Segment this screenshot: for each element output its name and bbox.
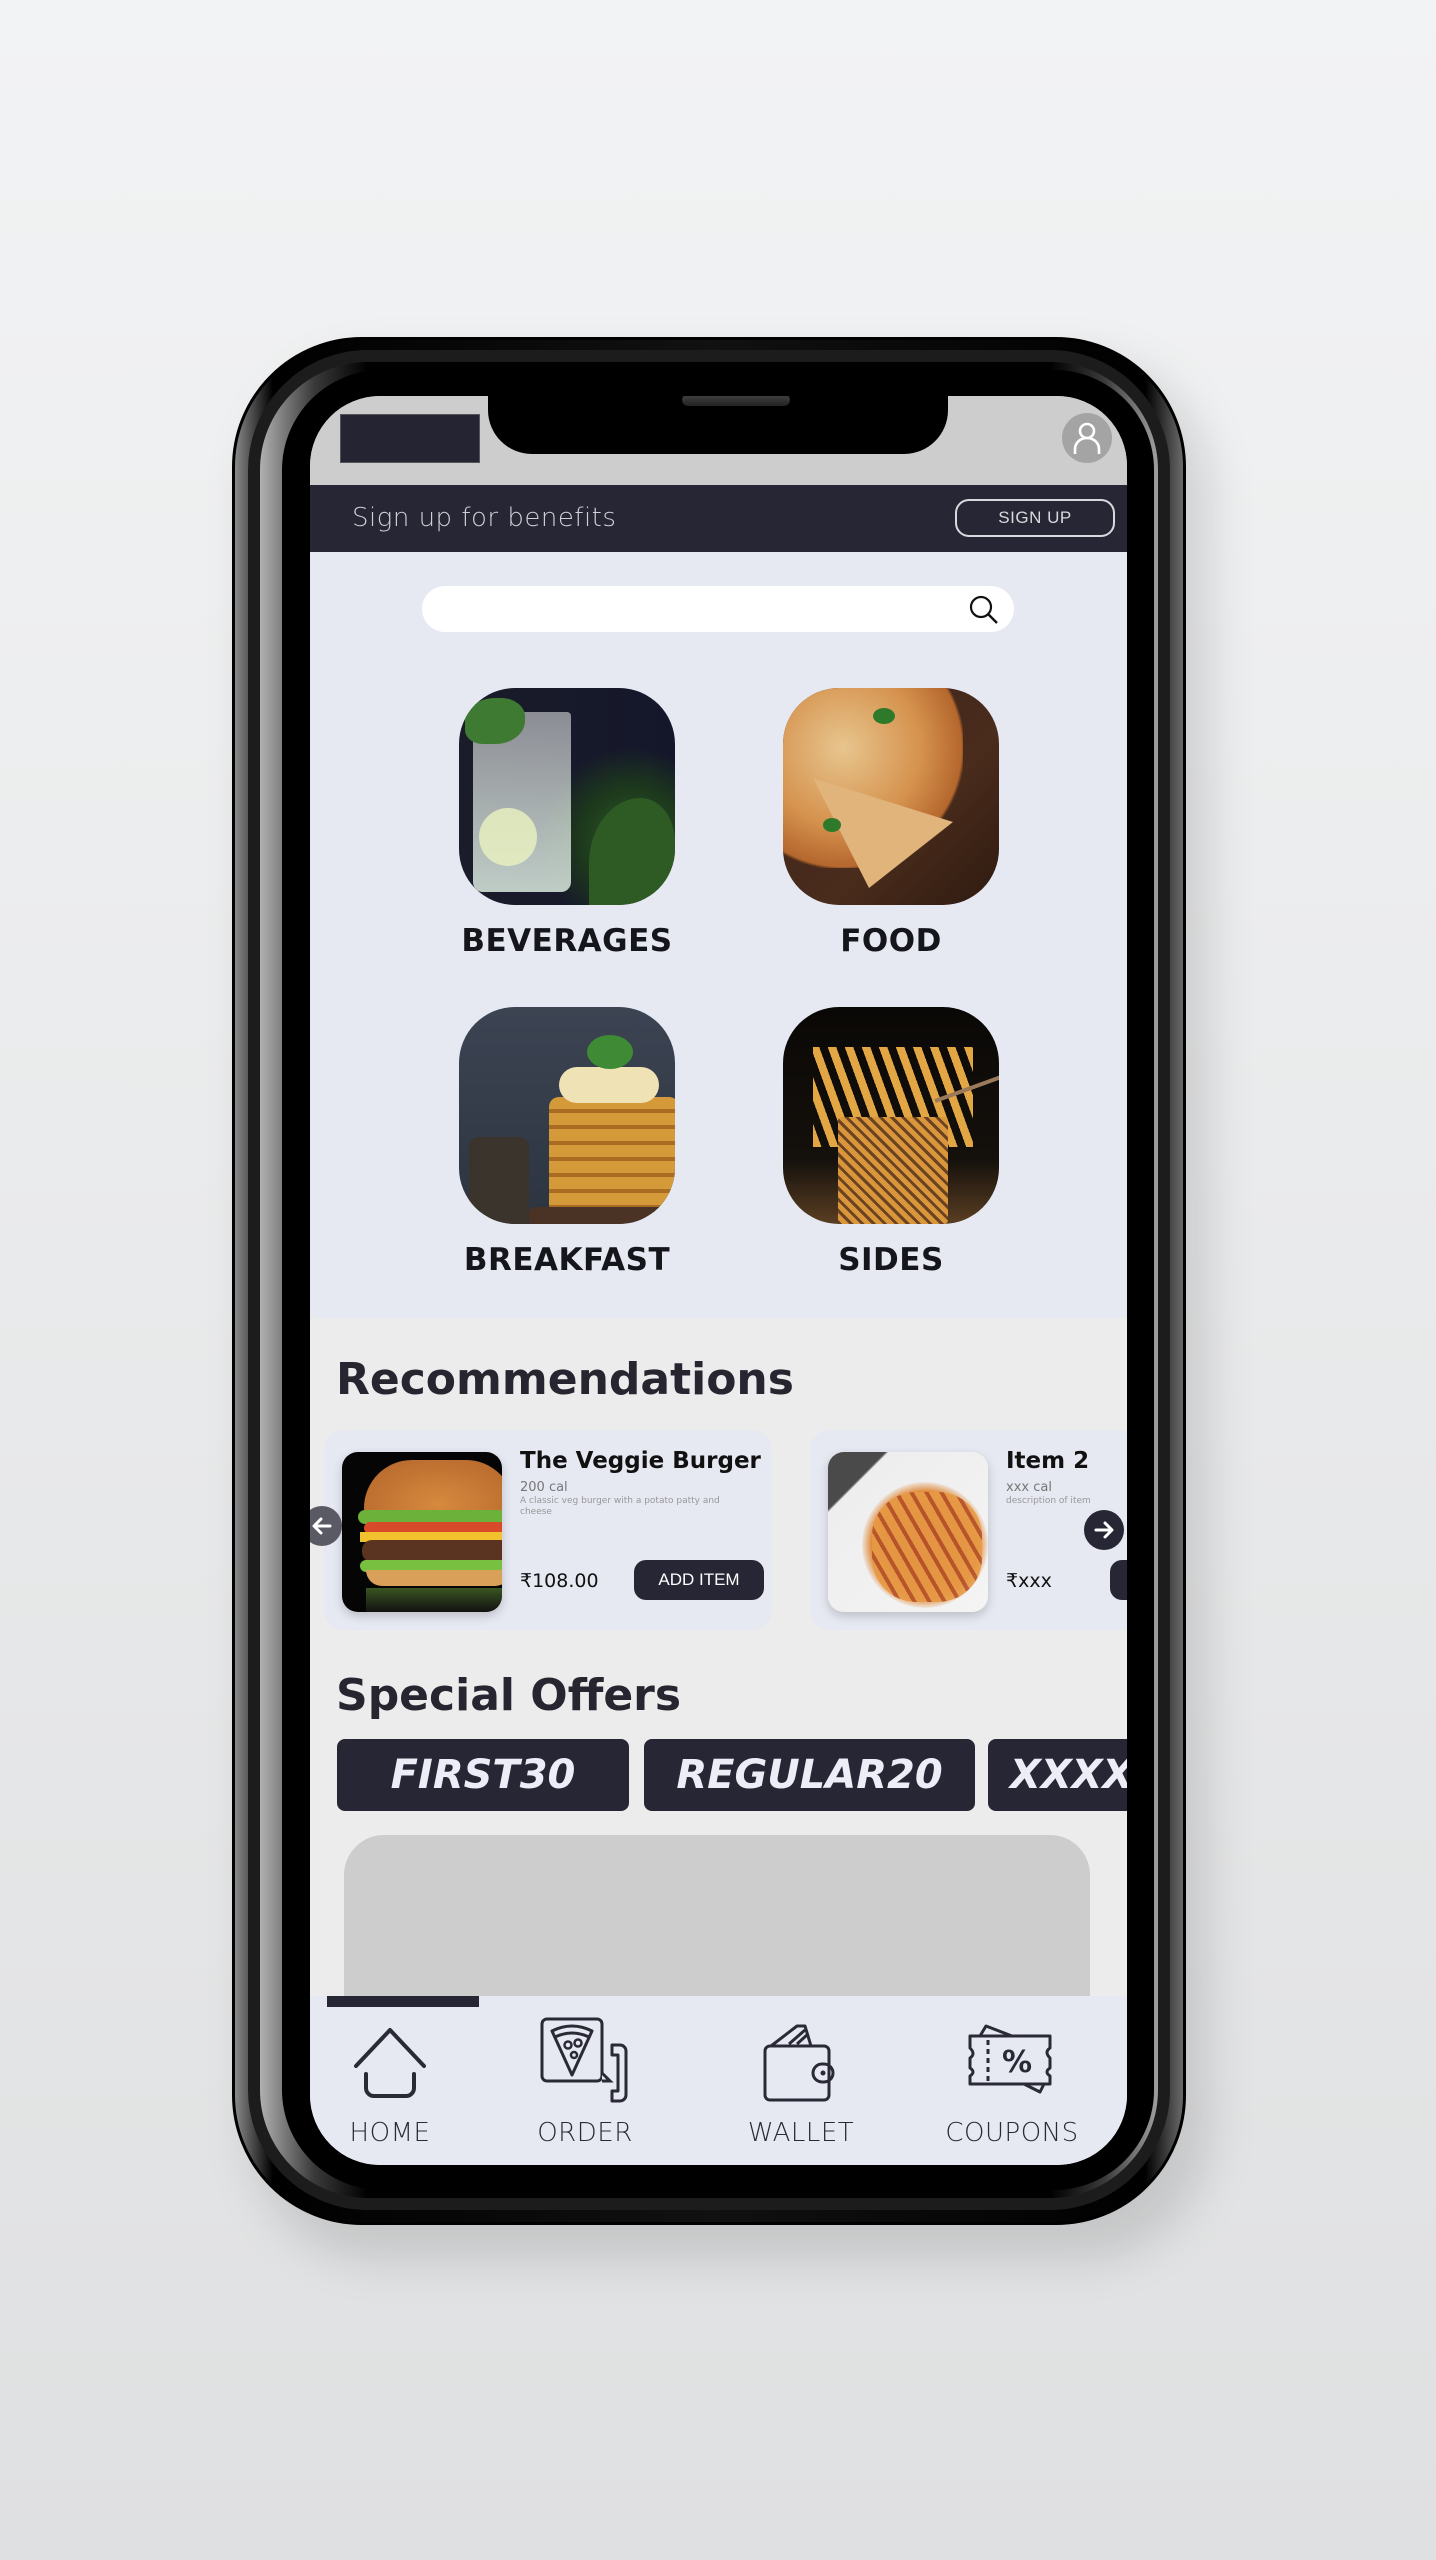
add-item-button[interactable] <box>1110 1560 1127 1600</box>
item-calories: 200 cal <box>520 1480 568 1495</box>
arrow-right-icon <box>1094 1521 1114 1539</box>
item-calories: xxx cal <box>1006 1480 1052 1495</box>
speaker-grille <box>682 396 790 406</box>
item-description: description of item <box>1006 1496 1091 1506</box>
home-icon <box>354 2028 426 2098</box>
order-phone-icon <box>540 2017 628 2103</box>
signup-text: Sign up for benefits <box>352 503 617 533</box>
category-breakfast[interactable]: BREAKFAST <box>447 1007 687 1278</box>
item-price: ₹108.00 <box>520 1570 599 1592</box>
profile-button[interactable] <box>1062 413 1112 463</box>
breakfast-image <box>459 1007 675 1224</box>
category-label: SIDES <box>838 1242 944 1278</box>
category-food[interactable]: FOOD <box>771 688 1011 959</box>
category-beverages[interactable]: BEVERAGES <box>447 688 687 959</box>
sides-image <box>783 1007 999 1224</box>
recommendation-card[interactable]: Item 2 xxx cal description of item ₹xxx <box>810 1430 1127 1630</box>
item-2-image <box>828 1452 988 1612</box>
nav-wallet[interactable]: WALLET <box>721 2020 881 2148</box>
carousel-next-button[interactable] <box>1084 1510 1124 1550</box>
recommendation-card[interactable]: The Veggie Burger 200 cal A classic veg … <box>324 1430 772 1630</box>
search-icon[interactable] <box>968 594 1000 626</box>
special-offers-title: Special Offers <box>336 1670 682 1721</box>
sign-up-button[interactable]: SIGN UP <box>955 499 1115 537</box>
coupon-code[interactable]: FIRST30 <box>337 1739 629 1811</box>
svg-text:%: % <box>1002 2045 1032 2080</box>
category-label: BEVERAGES <box>461 923 673 959</box>
phone-notch <box>488 396 948 454</box>
coupon-code[interactable]: XXXX <box>988 1739 1127 1811</box>
nav-label: COUPONS <box>945 2118 1079 2148</box>
coupon-icon: % <box>968 2024 1052 2094</box>
search-bar[interactable] <box>422 586 1014 632</box>
active-tab-indicator <box>327 1996 479 2007</box>
recommendations-title: Recommendations <box>336 1354 794 1405</box>
bottom-nav: HOME ORDER WALLET % COUPONS <box>310 1996 1127 2165</box>
categories-section: BEVERAGES FOOD BREAKFAST SIDES <box>310 552 1127 1318</box>
category-label: BREAKFAST <box>463 1242 671 1278</box>
coupon-code-text: REGULAR20 <box>676 1752 943 1798</box>
item-name: The Veggie Burger <box>520 1448 761 1474</box>
user-icon <box>1073 422 1101 454</box>
nav-order[interactable]: ORDER <box>508 2017 668 2148</box>
category-sides[interactable]: SIDES <box>771 1007 1011 1278</box>
food-image <box>783 688 999 905</box>
signup-banner: Sign up for benefits SIGN UP <box>310 485 1127 552</box>
nav-home[interactable]: HOME <box>310 2020 470 2148</box>
category-label: FOOD <box>840 923 942 959</box>
coupon-code[interactable]: REGULAR20 <box>644 1739 975 1811</box>
promo-banner-placeholder[interactable] <box>344 1835 1090 2015</box>
item-description: A classic veg burger with a potato patty… <box>520 1496 720 1517</box>
nav-label: HOME <box>349 2118 431 2148</box>
veggie-burger-image <box>342 1452 502 1612</box>
wallet-icon <box>763 2024 835 2102</box>
status-bar <box>310 396 1127 485</box>
search-input[interactable] <box>442 592 962 626</box>
add-item-button[interactable]: ADD ITEM <box>634 1560 764 1600</box>
coupon-code-text: XXXX <box>1010 1752 1127 1798</box>
app-logo-placeholder <box>340 414 480 463</box>
coupon-code-text: FIRST30 <box>390 1752 576 1798</box>
beverages-image <box>459 688 675 905</box>
phone-screen: Sign up for benefits SIGN UP BEVERAGES F… <box>310 396 1127 2165</box>
item-price: ₹xxx <box>1006 1570 1052 1592</box>
item-name: Item 2 <box>1006 1448 1090 1474</box>
nav-label: WALLET <box>747 2118 855 2148</box>
nav-coupons[interactable]: % COUPONS <box>932 2020 1092 2148</box>
nav-label: ORDER <box>537 2118 633 2148</box>
arrow-left-icon <box>312 1517 332 1535</box>
